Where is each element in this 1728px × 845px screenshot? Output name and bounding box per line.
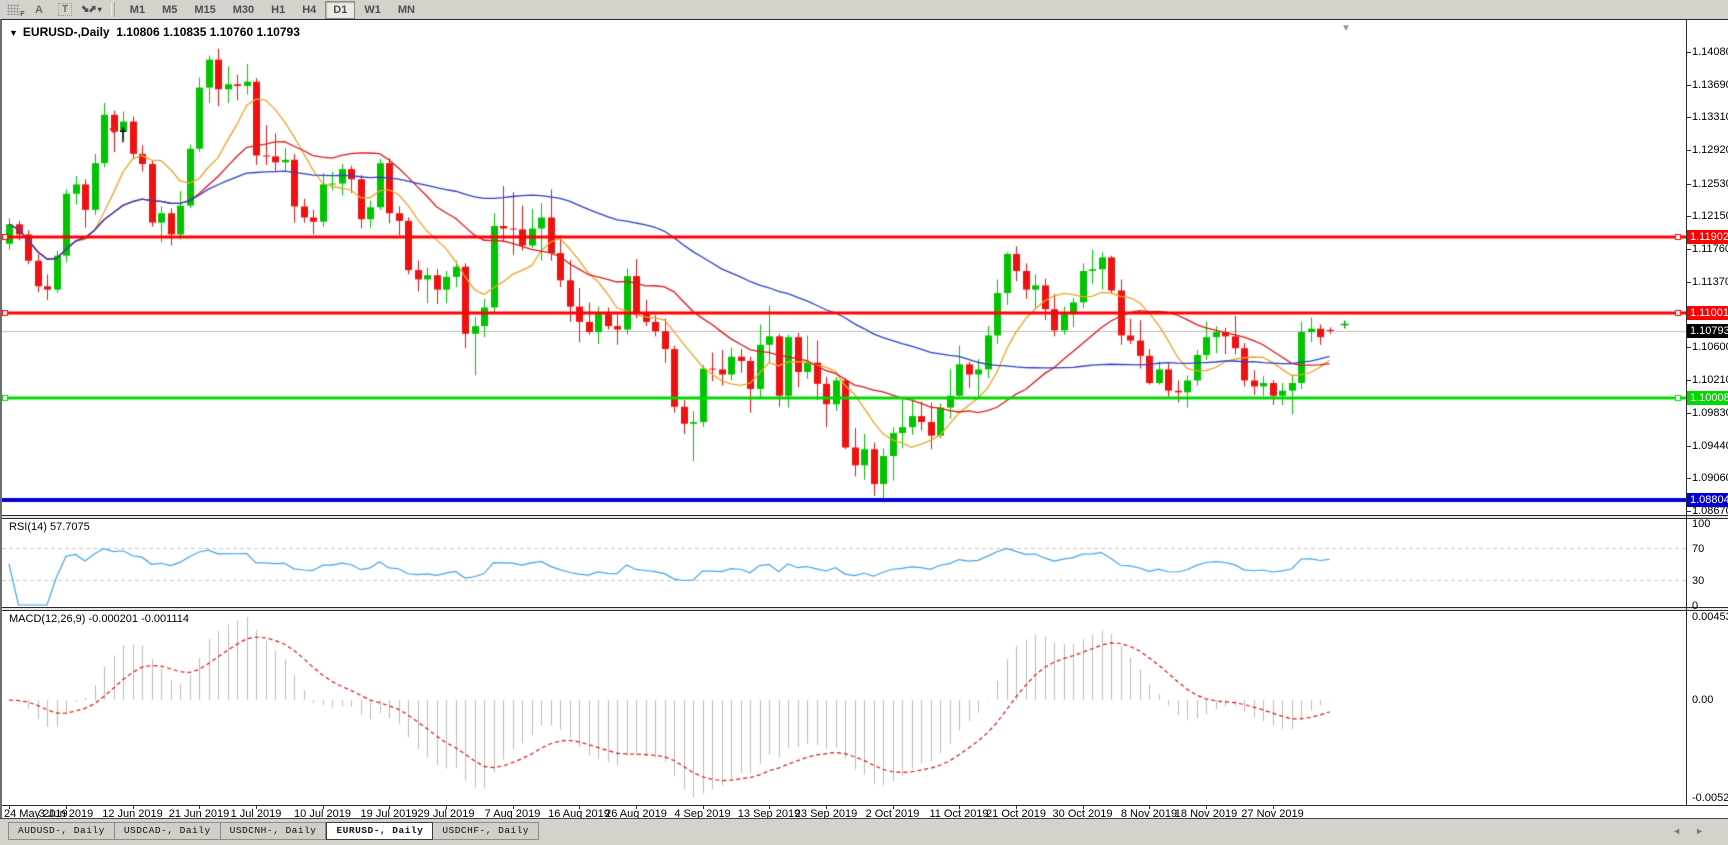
price-tick-label: 1.13310 [1692,111,1728,123]
chart-dropdown-icon[interactable]: ▼ [9,28,18,38]
price-tick [1687,380,1691,381]
toolbar: F A T ⬊⬈ ▾ M1M5M15M30H1H4D1W1MN [0,0,1728,19]
pane-separator[interactable] [2,607,1728,611]
chart-tab-4[interactable]: USDCHF-, Daily [433,822,539,840]
price-tick [1687,85,1691,86]
price-tick-label: 1.12920 [1692,144,1728,156]
price-tick-label: 1.10600 [1692,341,1728,353]
price-tick-label: 1.13690 [1692,79,1728,91]
macd-scale-zero: 0.00 [1692,694,1713,706]
timeframe-button-m1[interactable]: M1 [122,1,153,19]
ohlc-low: 1.10760 [210,25,253,39]
price-tick [1687,282,1691,283]
rsi-scale-label: 100 [1692,518,1710,530]
chart-window: ▼ EURUSD-,Daily 1.10806 1.10835 1.10760 1… [0,19,1728,818]
rsi-value: 57.7075 [50,521,90,533]
tab-scroll-right[interactable]: ► [1695,826,1718,836]
price-badge-hline: 1.11001 [1687,306,1728,320]
price-tick [1687,117,1691,118]
timeframe-button-w1[interactable]: W1 [356,1,389,19]
diagonal-arrows-icon: ⬊⬈ [81,4,96,15]
price-tick [1687,52,1691,53]
toolbar-separator [111,2,115,17]
chart-tab-3[interactable]: EURUSD-, Daily [326,822,433,840]
price-badge-hline: 1.10008 [1687,391,1728,405]
price-tick [1687,413,1691,414]
price-tick-label: 1.09830 [1692,407,1728,419]
chart-tab-2[interactable]: USDCNH-, Daily [221,822,327,840]
text-label-button[interactable]: A [29,2,49,17]
macd-pane-label: MACD(12,26,9) -0.000201 -0.001114 [9,613,189,625]
price-tick [1687,184,1691,185]
macd-main-value: -0.000201 [88,613,138,625]
price-tick-label: 1.09440 [1692,440,1728,452]
cycle-arrows-button[interactable]: ⬊⬈ ▾ [81,2,102,17]
tab-scroll-arrows: ◄► [1672,826,1718,836]
timeframe-button-d1[interactable]: D1 [325,1,355,19]
price-tick [1687,511,1691,512]
rsi-scale-label: 70 [1692,543,1704,555]
price-tick [1687,150,1691,151]
price-tick-label: 1.11370 [1692,276,1728,288]
price-tick [1687,347,1691,348]
price-tick-label: 1.14080 [1692,46,1728,58]
timeframe-button-h1[interactable]: H1 [263,1,293,19]
ohlc-close: 1.10793 [256,25,299,39]
text-box-icon: T [58,3,72,16]
ohlc-high: 1.10835 [163,25,206,39]
chart-tab-1[interactable]: USDCAD-, Daily [115,822,221,840]
price-tick [1687,216,1691,217]
pane-separator[interactable] [2,515,1728,519]
price-tick-label: 1.12150 [1692,210,1728,222]
tab-scroll-left[interactable]: ◄ [1672,826,1695,836]
timeframe-button-m15[interactable]: M15 [186,1,223,19]
timeframe-button-m30[interactable]: M30 [225,1,262,19]
chevron-down-icon: ▾ [98,5,102,14]
price-tick [1687,249,1691,250]
price-tick-label: 1.12530 [1692,178,1728,190]
price-badge-hline: 1.08804 [1687,493,1728,507]
chart-shift-marker[interactable]: ▼ [1341,23,1351,34]
rsi-scale-label: 30 [1692,575,1704,587]
main-chart-canvas[interactable] [2,21,1686,515]
price-tick-label: 1.09060 [1692,472,1728,484]
macd-scale-max: 0.004536 [1692,611,1728,623]
chart-title: ▼ EURUSD-,Daily 1.10806 1.10835 1.10760 1… [9,25,300,39]
timeframe-button-mn[interactable]: MN [390,1,423,19]
chart-tab-0[interactable]: AUDUSD-, Daily [8,822,115,840]
rsi-canvas[interactable] [2,519,1686,607]
price-tick-label: 1.11760 [1692,243,1728,255]
letter-a-icon: A [35,4,43,16]
price-tick [1687,446,1691,447]
dotted-grid-icon: F [7,4,20,15]
text-box-button[interactable]: T [55,2,75,17]
price-tick-label: 1.08670 [1692,505,1728,517]
chart-symbol-label: EURUSD-,Daily [23,25,110,39]
macd-canvas[interactable] [2,611,1686,805]
timeframe-button-group: M1M5M15M30H1H4D1W1MN [122,1,424,19]
price-badge-current: 1.10793 [1687,324,1728,338]
timeframe-button-h4[interactable]: H4 [294,1,324,19]
period-separators-button[interactable]: F [3,2,23,17]
rsi-pane-label: RSI(14) 57.7075 [9,521,90,533]
price-tick [1687,478,1691,479]
macd-signal-value: -0.001114 [141,613,189,625]
chart-tabs: AUDUSD-, DailyUSDCAD-, DailyUSDCNH-, Dai… [8,822,539,840]
price-badge-hline: 1.11902 [1687,230,1728,244]
macd-scale-min: -0.005205 [1692,792,1728,804]
time-axis-line [2,805,1728,806]
ohlc-open: 1.10806 [116,25,159,39]
timeframe-button-m5[interactable]: M5 [154,1,185,19]
price-tick-label: 1.10210 [1692,374,1728,386]
chart-tab-bar: AUDUSD-, DailyUSDCAD-, DailyUSDCNH-, Dai… [0,818,1728,845]
